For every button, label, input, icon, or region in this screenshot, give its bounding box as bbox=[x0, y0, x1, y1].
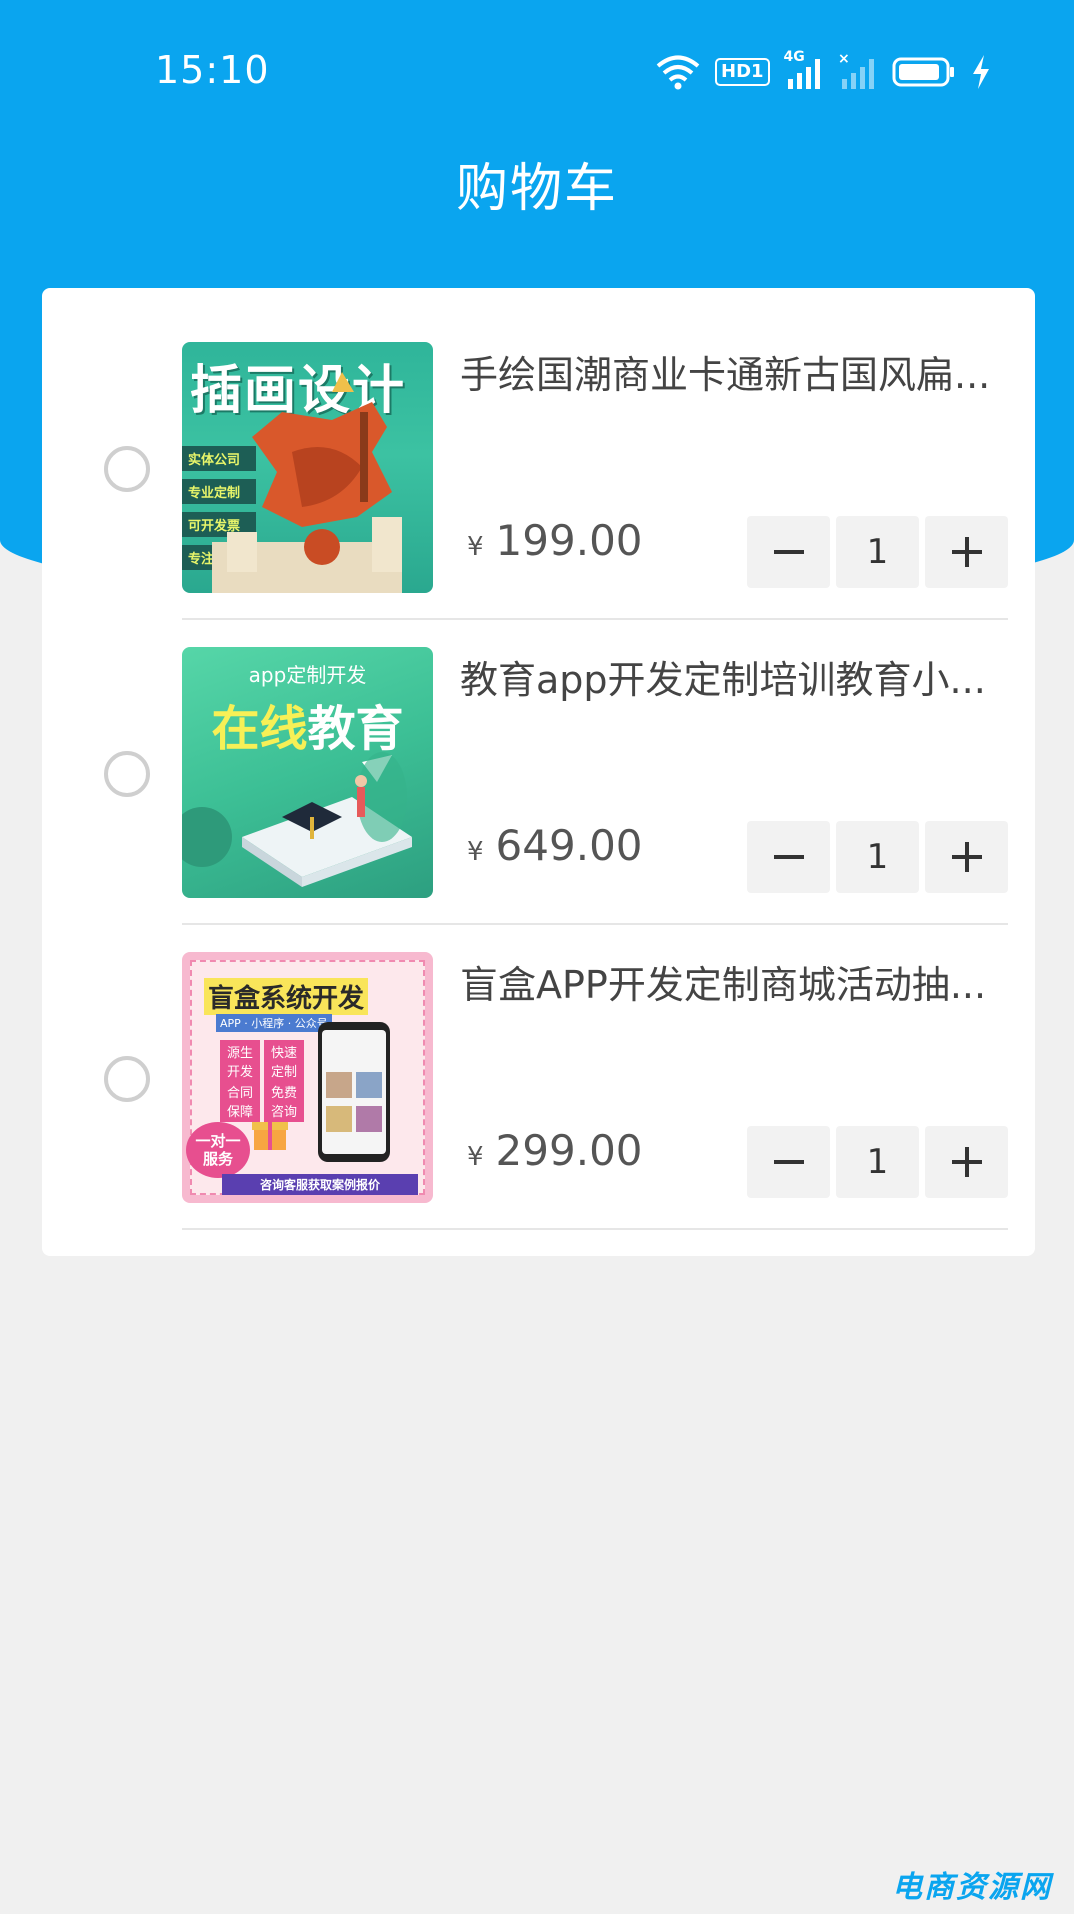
phone-mockup-icon bbox=[318, 1022, 390, 1162]
cart-item: 盲盒系统开发 APP · 小程序 · 公众号 源生开发 快速定制 合同保障 免费… bbox=[42, 898, 1035, 1230]
decrease-button[interactable] bbox=[747, 1126, 830, 1198]
item-divider bbox=[182, 1228, 1008, 1230]
product-price: ¥ 299.00 bbox=[467, 1126, 643, 1175]
product-title[interactable]: 手绘国潮商业卡通新古国风扁... bbox=[460, 344, 995, 399]
thumb-feature: 源生开发 bbox=[220, 1040, 260, 1082]
illustration-horse-icon bbox=[212, 372, 402, 593]
status-time: 15:10 bbox=[155, 48, 270, 92]
quantity-value[interactable]: 1 bbox=[836, 516, 919, 588]
education-illustration-icon bbox=[182, 752, 412, 887]
thumb-feature: 快速定制 bbox=[264, 1040, 304, 1082]
product-price: ¥ 199.00 bbox=[467, 516, 643, 565]
plus-icon bbox=[951, 842, 982, 872]
product-image[interactable]: 插画设计 实体公司 专业定制 可开发票 专注原创 bbox=[182, 342, 433, 593]
increase-button[interactable] bbox=[925, 821, 1008, 893]
service-badge: 一对一 服务 bbox=[186, 1122, 250, 1178]
gift-box-icon bbox=[252, 1122, 288, 1150]
page-title: 购物车 bbox=[455, 159, 618, 219]
thumb-headline: 盲盒系统开发 bbox=[204, 978, 369, 1015]
service-badge-line2: 服务 bbox=[202, 1150, 233, 1168]
cart-item: app定制开发 在线教育 教育app开发定制培训教育小... ¥ 649.00 bbox=[42, 593, 1035, 925]
plus-icon bbox=[951, 537, 982, 567]
status-icons: HD1 4G × bbox=[655, 49, 992, 94]
minus-icon bbox=[773, 1160, 804, 1164]
select-radio[interactable] bbox=[104, 1056, 150, 1102]
currency-symbol: ¥ bbox=[467, 532, 484, 562]
select-radio[interactable] bbox=[104, 446, 150, 492]
minus-icon bbox=[773, 855, 804, 859]
cart-item: 插画设计 实体公司 专业定制 可开发票 专注原创 手绘国潮商业卡通新古国风扁..… bbox=[42, 288, 1035, 620]
quantity-stepper: 1 bbox=[747, 821, 1008, 893]
select-radio[interactable] bbox=[104, 751, 150, 797]
currency-symbol: ¥ bbox=[467, 1142, 484, 1172]
product-title[interactable]: 教育app开发定制培训教育小... bbox=[460, 649, 995, 704]
status-bar: 15:10 HD1 4G × bbox=[0, 0, 1074, 140]
price-value: 199.00 bbox=[495, 516, 643, 565]
price-value: 299.00 bbox=[495, 1126, 643, 1175]
cart-list: 插画设计 实体公司 专业定制 可开发票 专注原创 手绘国潮商业卡通新古国风扁..… bbox=[42, 288, 1035, 1256]
svg-text:×: × bbox=[838, 53, 850, 67]
signal-no-service-icon: × bbox=[838, 53, 874, 89]
hd-badge-label: HD1 bbox=[721, 61, 764, 82]
watermark-text: 电商资源网 bbox=[892, 1870, 1052, 1905]
increase-button[interactable] bbox=[925, 516, 1008, 588]
product-image[interactable]: app定制开发 在线教育 bbox=[182, 647, 433, 898]
product-image[interactable]: 盲盒系统开发 APP · 小程序 · 公众号 源生开发 快速定制 合同保障 免费… bbox=[182, 952, 433, 1203]
charging-icon bbox=[972, 55, 989, 89]
signal-4g-icon: 4G bbox=[784, 49, 824, 91]
service-badge-line1: 一对一 bbox=[195, 1132, 241, 1150]
battery-icon bbox=[892, 57, 954, 87]
quantity-value[interactable]: 1 bbox=[836, 1126, 919, 1198]
thumb-footer: 咨询客服获取案例报价 bbox=[222, 1174, 418, 1195]
product-title[interactable]: 盲盒APP开发定制商城活动抽... bbox=[460, 954, 995, 1009]
decrease-button[interactable] bbox=[747, 821, 830, 893]
quantity-stepper: 1 bbox=[747, 516, 1008, 588]
price-value: 649.00 bbox=[495, 821, 643, 870]
increase-button[interactable] bbox=[925, 1126, 1008, 1198]
currency-symbol: ¥ bbox=[467, 837, 484, 867]
quantity-stepper: 1 bbox=[747, 1126, 1008, 1198]
plus-icon bbox=[951, 1147, 982, 1177]
product-price: ¥ 649.00 bbox=[467, 821, 643, 870]
quantity-value[interactable]: 1 bbox=[836, 821, 919, 893]
thumb-subtitle: APP · 小程序 · 公众号 bbox=[216, 1014, 332, 1032]
decrease-button[interactable] bbox=[747, 516, 830, 588]
minus-icon bbox=[773, 550, 804, 554]
wifi-icon bbox=[656, 55, 700, 90]
hd-badge-icon: HD1 bbox=[715, 58, 770, 86]
